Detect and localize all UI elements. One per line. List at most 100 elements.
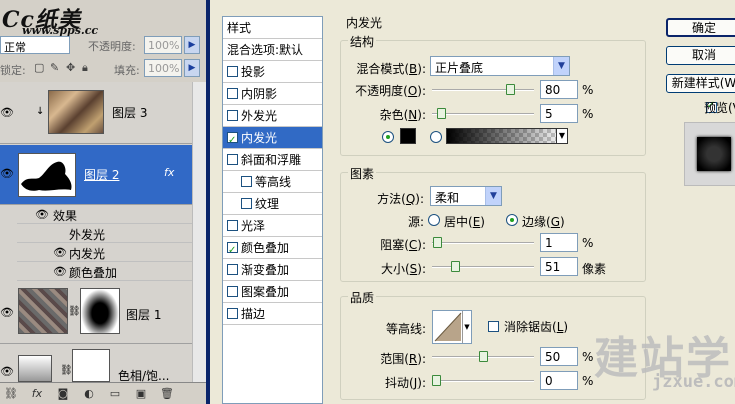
effect-row-inner-glow[interactable]: 👁︎ 内发光 [17,243,192,262]
size-slider-thumb[interactable] [450,261,460,272]
layer-row-2[interactable]: 👁︎ 图层 2 fx [0,145,192,205]
style-checkbox[interactable] [227,308,238,319]
layer-opacity-arrow-button[interactable]: ▶ [184,36,200,54]
opacity-slider-thumb[interactable] [506,84,516,95]
style-list-item[interactable]: 内阴影 [223,83,322,105]
adjustment-mask-thumbnail [72,349,110,382]
new-style-button[interactable]: 新建样式(W [666,74,735,93]
style-checkbox[interactable] [227,130,238,152]
style-list-item[interactable]: 光泽 [223,215,322,237]
style-checkbox[interactable] [227,154,238,165]
contour-picker[interactable]: ▼ [432,310,472,344]
style-list-item[interactable]: 渐变叠加 [223,259,322,281]
style-list-item[interactable]: 投影 [223,61,322,83]
layers-bottom-toolbar: ⛓︎ fx ◙ ◐ ▭ ▣ 🗑︎ [0,382,206,404]
style-checkbox[interactable] [241,176,252,187]
layer-blend-mode-select[interactable]: 正常 [0,36,70,54]
visibility-eye-icon[interactable]: 👁︎ [0,306,15,319]
fx-icon[interactable]: fx [164,166,174,179]
style-checkbox[interactable] [227,240,238,262]
effects-eye-icon[interactable]: 👁︎ [35,208,49,221]
add-style-icon[interactable]: fx [30,387,44,401]
gradient-radio[interactable] [430,131,442,143]
visibility-eye-icon[interactable]: 👁︎ [0,106,15,119]
chevron-down-icon[interactable]: ▼ [485,187,501,205]
style-list-item[interactable]: 混合选项:默认 [223,39,322,61]
noise-slider-track[interactable] [432,113,534,115]
layer-row-1[interactable]: 👁︎ ⛓︎ 图层 1 [0,282,192,344]
range-value: 50 [545,350,561,364]
new-adjustment-icon[interactable]: ◐ [82,387,96,401]
opacity-input[interactable]: 80 [540,80,578,99]
style-checkbox[interactable] [227,264,238,275]
layer-opacity-input[interactable]: 100% [144,36,182,54]
opacity-slider-track[interactable] [432,89,534,91]
layer-row-3[interactable]: 👁︎ ↓ 图层 3 [0,82,192,144]
cancel-button[interactable]: 取消 [666,46,735,65]
layer-row-hue[interactable]: 👁︎ ⛓︎ 色相/饱... [0,345,192,383]
style-list-item[interactable]: 图案叠加 [223,281,322,303]
blend-mode-select[interactable]: 正片叠底 ▼ [430,56,570,76]
noise-slider-thumb[interactable] [436,108,446,119]
range-input[interactable]: 50 [540,347,578,366]
style-list-item-label: 外发光 [241,109,278,123]
source-center-radio[interactable] [428,214,440,226]
visibility-eye-icon[interactable]: 👁︎ [0,365,15,378]
structure-title: 结构 [348,33,377,50]
visibility-eye-icon[interactable]: 👁︎ [0,167,15,180]
solid-color-radio[interactable] [382,131,394,143]
effect-row-outer-glow[interactable]: 外发光 [17,224,192,243]
size-slider-track[interactable] [432,266,534,268]
ok-button[interactable]: 确定 [666,18,735,37]
lock-all-icon[interactable]: 🔒︎ [82,61,88,75]
size-input[interactable]: 51 [540,257,578,276]
range-slider-thumb[interactable] [478,351,488,362]
style-list-item-label: 内发光 [241,131,278,145]
delete-layer-icon[interactable]: 🗑︎ [160,387,174,401]
style-checkbox[interactable] [241,198,252,209]
chevron-down-icon[interactable]: ▼ [553,57,569,75]
add-mask-icon[interactable]: ◙ [56,387,70,401]
style-list-item[interactable]: 等高线 [223,171,322,193]
lock-transparent-icon[interactable]: ▢ [34,61,44,74]
jitter-slider-track[interactable] [432,380,534,382]
noise-input[interactable]: 5 [540,104,578,123]
jitter-input[interactable]: 0 [540,371,578,390]
lock-move-icon[interactable]: ✥ [66,61,75,74]
style-list-item[interactable]: 内发光 [223,127,322,152]
style-list-item[interactable]: 斜面和浮雕 [223,149,322,171]
method-select[interactable]: 柔和 ▼ [430,186,502,206]
fill-arrow-button[interactable]: ▶ [184,59,200,77]
layers-scrollbar[interactable] [192,82,206,382]
jitter-slider-thumb[interactable] [432,375,441,386]
antialias-checkbox[interactable] [488,321,499,332]
style-checkbox[interactable] [227,110,238,121]
effect-eye-icon[interactable]: 👁︎ [53,246,67,259]
style-list-item[interactable]: 颜色叠加 [223,237,322,262]
choke-input[interactable]: 1 [540,233,578,252]
gradient-swatch[interactable] [446,128,566,144]
effects-header-row[interactable]: 👁︎ 效果 [17,205,192,224]
effect-eye-icon[interactable]: 👁︎ [53,265,67,278]
lock-brush-icon[interactable]: ✎ [50,61,59,74]
style-checkbox[interactable] [227,88,238,99]
new-layer-icon[interactable]: ▣ [134,387,148,401]
noise-value: 5 [545,107,553,121]
effect-row-color-overlay[interactable]: 👁︎ 颜色叠加 [17,262,192,281]
link-layers-icon[interactable]: ⛓︎ [4,387,18,401]
style-checkbox[interactable] [227,286,238,297]
style-list-item[interactable]: 描边 [223,303,322,325]
glow-color-swatch[interactable] [400,128,416,144]
source-edge-radio[interactable] [506,214,518,226]
style-checkbox[interactable] [227,220,238,231]
choke-slider-thumb[interactable] [432,237,442,248]
fill-input[interactable]: 100% [144,59,182,77]
new-group-icon[interactable]: ▭ [108,387,122,401]
style-list-item[interactable]: 纹理 [223,193,322,215]
contour-dropdown-icon[interactable]: ▼ [462,311,471,343]
contour-linear-icon [434,312,462,342]
choke-slider-track[interactable] [432,242,534,244]
style-checkbox[interactable] [227,66,238,77]
gradient-dropdown-icon[interactable]: ▼ [556,128,568,144]
style-list-item[interactable]: 外发光 [223,105,322,127]
